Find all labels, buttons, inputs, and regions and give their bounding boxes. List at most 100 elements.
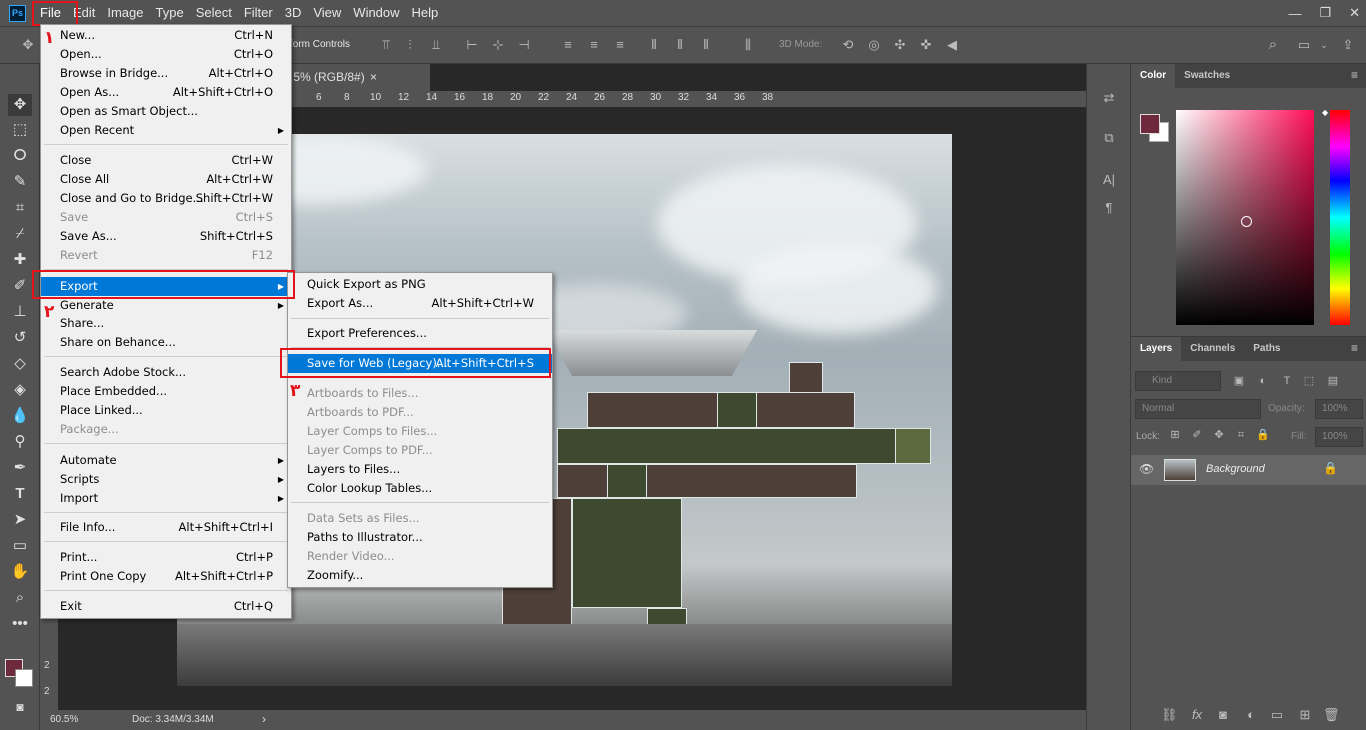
- menu-item-automate[interactable]: Automate ▶: [41, 451, 291, 470]
- menu-item-new[interactable]: New... Ctrl+N: [41, 26, 291, 45]
- menu-3d[interactable]: View: [307, 0, 347, 26]
- menu-view[interactable]: Window: [347, 0, 405, 26]
- character-panel-icon[interactable]: A|: [1101, 172, 1117, 188]
- blend-mode-select[interactable]: Normal: [1135, 399, 1261, 419]
- brush-tool-icon[interactable]: ✐: [8, 275, 32, 297]
- menu-item-quick-export-png[interactable]: Quick Export as PNG: [288, 275, 552, 294]
- align-top-icon[interactable]: ⫪: [378, 37, 394, 53]
- lock-artboard-icon[interactable]: ⌗: [1233, 427, 1249, 443]
- layer-name[interactable]: Background: [1206, 463, 1265, 475]
- visibility-eye-icon[interactable]: 👁: [1139, 462, 1154, 476]
- menu-item-export-as[interactable]: Export As... Alt+Shift+Ctrl+W: [288, 294, 552, 313]
- move-tool-icon[interactable]: ✥: [8, 94, 32, 116]
- document-close-icon[interactable]: ×: [370, 64, 377, 91]
- crop-tool-icon[interactable]: ⌗: [8, 197, 32, 219]
- blur-tool-icon[interactable]: 💧: [8, 405, 32, 427]
- zoom-tool-icon[interactable]: ⌕: [8, 587, 32, 609]
- menu-item-place-embedded[interactable]: Place Embedded...: [41, 382, 291, 401]
- 3d-orbit-icon[interactable]: ⟲: [840, 37, 856, 53]
- lock-paint-icon[interactable]: ✐: [1189, 427, 1205, 443]
- quick-mask-icon[interactable]: ◙: [8, 696, 32, 718]
- hand-tool-icon[interactable]: ✋: [8, 561, 32, 583]
- lock-position-icon[interactable]: ✥: [1211, 427, 1227, 443]
- paragraph-panel-icon[interactable]: ¶: [1101, 200, 1117, 216]
- delete-layer-icon[interactable]: 🗑: [1323, 707, 1340, 723]
- hue-slider-handle-icon[interactable]: ◆: [1322, 108, 1328, 117]
- 3d-scale-icon[interactable]: ◀: [944, 37, 960, 53]
- menu-item-export-preferences[interactable]: Export Preferences...: [288, 324, 552, 343]
- menu-item-paths-to-illustrator[interactable]: Paths to Illustrator...: [288, 528, 552, 547]
- color-picker-marker[interactable]: [1241, 216, 1252, 227]
- tab-swatches[interactable]: Swatches: [1175, 64, 1239, 88]
- distribute-vcenter-icon[interactable]: ≡: [586, 37, 602, 53]
- distribute-right-icon[interactable]: ⦀: [698, 37, 714, 53]
- layer-style-icon[interactable]: fx: [1189, 707, 1205, 723]
- clone-stamp-icon[interactable]: ⊥: [8, 301, 32, 323]
- distribute-hcenter-icon[interactable]: ⦀: [672, 37, 688, 53]
- more-tools-icon[interactable]: •••: [8, 613, 32, 635]
- menu-item-share[interactable]: Share...: [41, 314, 291, 333]
- restore-icon[interactable]: ❐: [1319, 5, 1331, 21]
- marquee-tool-icon[interactable]: ⬚: [8, 119, 32, 141]
- history-brush-icon[interactable]: ↺: [8, 327, 32, 349]
- hue-slider[interactable]: [1330, 110, 1350, 325]
- transform-controls-label[interactable]: form Controls: [290, 39, 350, 50]
- pen-tool-icon[interactable]: ✒: [8, 457, 32, 479]
- align-hcenter-icon[interactable]: ⊹: [490, 37, 506, 53]
- filter-smart-icon[interactable]: ▤: [1325, 373, 1341, 389]
- type-tool-icon[interactable]: T: [8, 483, 32, 505]
- close-icon[interactable]: ✕: [1349, 5, 1360, 21]
- align-left-icon[interactable]: ⊢: [464, 37, 480, 53]
- menu-item-layers-to-files[interactable]: Layers to Files...: [288, 460, 552, 479]
- align-bottom-icon[interactable]: ⫫: [428, 37, 444, 53]
- path-selection-icon[interactable]: ➤: [8, 509, 32, 531]
- menu-item-exit[interactable]: Exit Ctrl+Q: [41, 597, 291, 616]
- menu-item-open-smart-object[interactable]: Open as Smart Object...: [41, 102, 291, 121]
- distribute-bottom-icon[interactable]: ≡: [612, 37, 628, 53]
- magic-wand-icon[interactable]: ✎: [8, 171, 32, 193]
- workspace-dropdown-icon[interactable]: ⌄: [1316, 37, 1332, 53]
- menu-item-import[interactable]: Import ▶: [41, 489, 291, 508]
- menu-item-browse-bridge[interactable]: Browse in Bridge... Alt+Ctrl+O: [41, 64, 291, 83]
- paint-bucket-icon[interactable]: ◈: [8, 379, 32, 401]
- foreground-color-swatch[interactable]: [1140, 114, 1160, 134]
- panel-menu-icon[interactable]: ≡: [1351, 341, 1358, 355]
- menu-select[interactable]: Filter: [238, 0, 279, 26]
- distribute-top-icon[interactable]: ≡: [560, 37, 576, 53]
- layer-mask-icon[interactable]: ◙: [1215, 707, 1231, 723]
- menu-item-close-all[interactable]: Close All Alt+Ctrl+W: [41, 170, 291, 189]
- menu-item-print-one-copy[interactable]: Print One Copy Alt+Shift+Ctrl+P: [41, 567, 291, 586]
- lock-all-icon[interactable]: 🔒: [1255, 427, 1271, 443]
- menu-layer[interactable]: Type: [150, 0, 190, 26]
- menu-item-save-as[interactable]: Save As... Shift+Ctrl+S: [41, 227, 291, 246]
- tab-layers[interactable]: Layers: [1131, 337, 1182, 361]
- 3d-pan-icon[interactable]: ✣: [892, 37, 908, 53]
- 3d-roll-icon[interactable]: ◎: [866, 37, 882, 53]
- layer-kind-filter[interactable]: Kind: [1135, 371, 1221, 391]
- menu-item-search-stock[interactable]: Search Adobe Stock...: [41, 363, 291, 382]
- menu-item-scripts[interactable]: Scripts ▶: [41, 470, 291, 489]
- workspace-icon[interactable]: ▭: [1296, 37, 1312, 53]
- menu-item-place-linked[interactable]: Place Linked...: [41, 401, 291, 420]
- new-layer-icon[interactable]: ⊞: [1297, 707, 1313, 723]
- minimize-icon[interactable]: —: [1288, 6, 1301, 21]
- menu-item-open[interactable]: Open... Ctrl+O: [41, 45, 291, 64]
- menu-window[interactable]: Help: [406, 0, 445, 26]
- menu-item-zoomify[interactable]: Zoomify...: [288, 566, 552, 585]
- dodge-tool-icon[interactable]: ⚲: [8, 431, 32, 453]
- adjustment-layer-icon[interactable]: ◐: [1243, 707, 1259, 723]
- history-panel-icon[interactable]: ⇄: [1101, 90, 1117, 106]
- filter-type-icon[interactable]: T: [1279, 373, 1295, 389]
- menu-item-color-lookup-tables[interactable]: Color Lookup Tables...: [288, 479, 552, 498]
- menu-item-close-go-bridge[interactable]: Close and Go to Bridge... Shift+Ctrl+W: [41, 189, 291, 208]
- share-icon[interactable]: ⇪: [1340, 37, 1356, 53]
- fill-input[interactable]: 100%: [1315, 427, 1363, 447]
- filter-shape-icon[interactable]: ⬚: [1301, 373, 1317, 389]
- align-right-icon[interactable]: ⊣: [516, 37, 532, 53]
- distribute-left-icon[interactable]: ⦀: [646, 37, 662, 53]
- menu-item-share-behance[interactable]: Share on Behance...: [41, 333, 291, 352]
- healing-brush-icon[interactable]: ✚: [8, 249, 32, 271]
- link-layers-icon[interactable]: ⛓: [1161, 707, 1178, 723]
- tab-paths[interactable]: Paths: [1244, 337, 1289, 361]
- auto-align-icon[interactable]: ⫼: [740, 37, 756, 53]
